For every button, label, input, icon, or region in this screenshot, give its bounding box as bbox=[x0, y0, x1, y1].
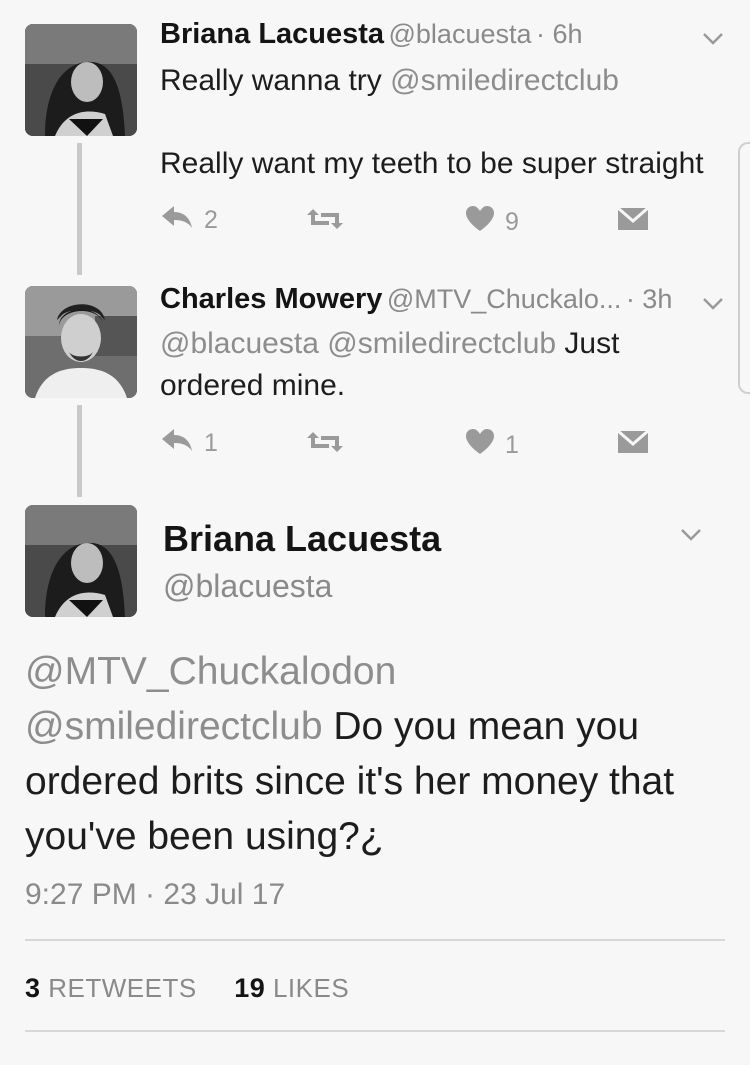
tweet-text: Really wanna try @smiledirectclub bbox=[160, 60, 619, 102]
mention-link[interactable]: @blacuesta bbox=[160, 327, 319, 360]
thread-line bbox=[77, 405, 82, 497]
handle[interactable]: @blacuesta bbox=[389, 19, 532, 49]
heart-icon bbox=[465, 205, 495, 239]
like-count: 1 bbox=[505, 430, 519, 459]
tweet-stats: 3 RETWEETS 19 LIKES bbox=[25, 973, 349, 1004]
retweets-count: 3 bbox=[25, 973, 41, 1003]
reply-button[interactable]: 1 bbox=[160, 427, 218, 460]
timestamp: · 3h bbox=[625, 284, 673, 314]
envelope-icon bbox=[617, 206, 649, 238]
tweet-text-line: ordered mine. bbox=[160, 369, 346, 402]
display-name[interactable]: Charles Mowery bbox=[160, 283, 382, 315]
heart-icon bbox=[465, 428, 495, 462]
dm-button[interactable] bbox=[617, 206, 649, 238]
likes-count: 19 bbox=[234, 973, 266, 1003]
tweet-text-line: you've been using?¿ bbox=[25, 815, 384, 858]
envelope-icon bbox=[617, 429, 649, 461]
tweet-text-line: Really wanna try bbox=[160, 64, 391, 97]
timestamp: · 6h bbox=[535, 19, 583, 49]
handle[interactable]: @MTV_Chuckalo... bbox=[387, 284, 621, 314]
thread-line bbox=[77, 143, 82, 275]
retweet-icon bbox=[305, 430, 345, 461]
tweet-text-line: Really want my teeth to be super straigh… bbox=[160, 147, 704, 180]
display-name[interactable]: Briana Lacuesta bbox=[163, 518, 441, 560]
mention-link[interactable]: @smiledirectclub bbox=[327, 327, 556, 360]
like-count: 9 bbox=[505, 207, 519, 236]
chevron-down-icon[interactable] bbox=[702, 297, 724, 316]
reply-icon bbox=[160, 427, 194, 460]
handle[interactable]: @blacuesta bbox=[163, 568, 332, 605]
tweet-header: Briana Lacuesta @blacuesta · 6h bbox=[160, 18, 720, 51]
avatar[interactable] bbox=[25, 286, 137, 398]
reply-count: 2 bbox=[204, 206, 218, 234]
tweet-text: @blacuesta @smiledirectclub Just bbox=[160, 323, 619, 365]
divider bbox=[25, 1030, 725, 1032]
divider bbox=[25, 939, 725, 941]
chevron-down-icon[interactable] bbox=[702, 32, 724, 51]
avatar[interactable] bbox=[25, 24, 137, 136]
retweet-icon bbox=[305, 207, 345, 238]
mention-link[interactable]: @smiledirectclub bbox=[390, 64, 619, 97]
tweet-header: Charles Mowery @MTV_Chuckalo... · 3h bbox=[160, 283, 720, 316]
scroll-edge bbox=[738, 142, 750, 394]
reply-button[interactable]: 2 bbox=[160, 204, 218, 237]
tweet-text-line: Just bbox=[556, 327, 620, 360]
display-name[interactable]: Briana Lacuesta bbox=[160, 18, 384, 50]
retweet-button[interactable] bbox=[305, 207, 345, 238]
like-button[interactable]: 1 bbox=[465, 428, 519, 462]
mention-link[interactable]: @MTV_Chuckalodon bbox=[25, 650, 396, 693]
dm-button[interactable] bbox=[617, 429, 649, 461]
retweet-button[interactable] bbox=[305, 430, 345, 461]
retweets-label: RETWEETS bbox=[48, 973, 197, 1003]
tweet-timestamp[interactable]: 9:27 PM · 23 Jul 17 bbox=[25, 878, 285, 912]
likes-label: LIKES bbox=[272, 973, 350, 1003]
mention-link[interactable]: @smiledirectclub bbox=[25, 705, 323, 748]
retweets-stat[interactable]: 3 RETWEETS bbox=[25, 973, 197, 1003]
reply-count: 1 bbox=[204, 429, 218, 457]
like-button[interactable]: 9 bbox=[465, 205, 519, 239]
tweet-text-line: ordered brits since it's her money that bbox=[25, 760, 675, 803]
tweet-text-line: Do you mean you bbox=[322, 705, 640, 748]
likes-stat[interactable]: 19 LIKES bbox=[234, 973, 349, 1003]
avatar[interactable] bbox=[25, 505, 137, 617]
tweet-text: @MTV_Chuckalodon @smiledirectclub Do you… bbox=[25, 644, 735, 864]
chevron-down-icon[interactable] bbox=[680, 528, 702, 547]
reply-icon bbox=[160, 204, 194, 237]
